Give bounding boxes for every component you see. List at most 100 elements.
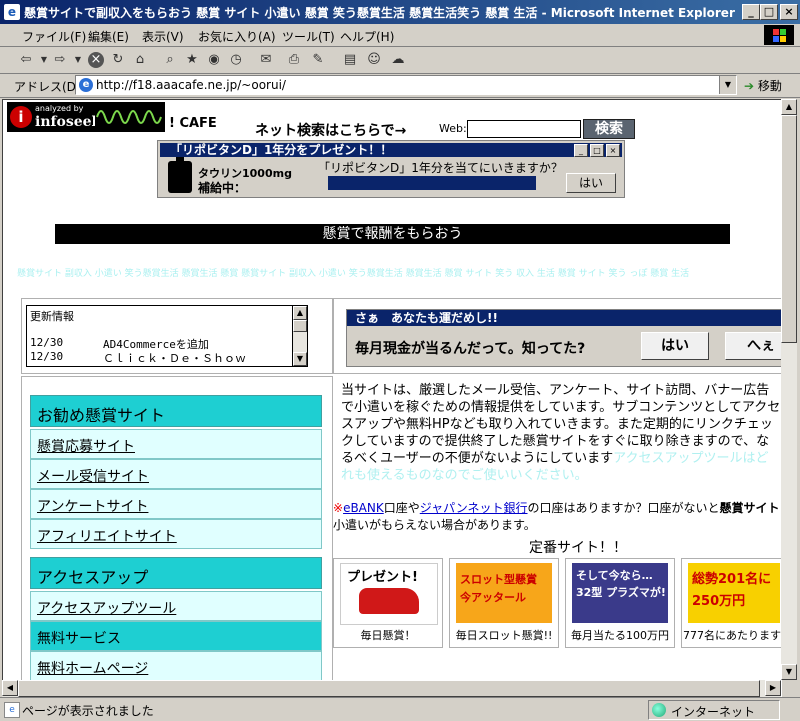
search-button[interactable]: 検索 xyxy=(583,119,635,139)
go-button[interactable]: ➔ 移動 xyxy=(744,77,782,94)
favorites-icon[interactable]: ★ xyxy=(184,52,200,68)
car-icon xyxy=(359,588,419,614)
address-input[interactable]: e http://f18.aaacafe.ne.jp/~oorui/ ▼ xyxy=(75,75,737,95)
bank-mark: ※ xyxy=(333,501,344,515)
home-icon[interactable]: ⌂ xyxy=(132,52,148,68)
update-scrollbar[interactable]: ▲ ▼ xyxy=(292,305,308,367)
menu-tools[interactable]: ツール(T) xyxy=(282,28,335,45)
history-icon[interactable]: ◷ xyxy=(228,52,244,68)
site-card[interactable]: そして今なら… 32型 プラズマが! 毎月当たる100万円 xyxy=(565,558,675,648)
refresh-icon[interactable]: ↻ xyxy=(110,52,126,68)
web-search-input[interactable] xyxy=(467,120,581,138)
nav-item-survey-sites[interactable]: アンケートサイト xyxy=(30,489,322,519)
luck-banner: さぁ あなたも運だめし!! 毎月現金が当るんだって。知ってた? はい へぇ xyxy=(333,298,782,374)
scroll-right-icon[interactable]: ▶ xyxy=(765,680,781,696)
popup-close-button[interactable]: × xyxy=(606,144,620,157)
popup-titlebar: 「リポビタンD」1年分をプレゼント！！ _ □ × xyxy=(160,143,622,157)
site-card[interactable]: スロット型懸賞 今アッタール 毎日スロット懸賞!! xyxy=(449,558,559,648)
mail-icon[interactable]: ✉ xyxy=(258,52,274,68)
messenger-icon[interactable]: ☺ xyxy=(366,52,382,68)
nav-item-affiliate-sites[interactable]: アフィリエイトサイト xyxy=(30,519,322,549)
horizontal-scrollbar[interactable]: ◀ ▶ xyxy=(2,680,781,697)
nav-item-prize-sites[interactable]: 懸賞応募サイト xyxy=(30,429,322,459)
popup-minimize-button[interactable]: _ xyxy=(574,144,588,157)
luck-yes-button[interactable]: はい xyxy=(641,332,709,360)
menu-edit[interactable]: 編集(E) xyxy=(88,28,129,45)
nav-item-label[interactable]: 懸賞応募サイト xyxy=(37,436,135,456)
popup-maximize-button[interactable]: □ xyxy=(590,144,604,157)
scroll-down-icon[interactable]: ▼ xyxy=(293,352,307,366)
site-banners: プレゼント! 毎日懸賞！ スロット型懸賞 今アッタール 毎日スロット懸賞!! そ… xyxy=(333,558,782,648)
address-url[interactable]: http://f18.aaacafe.ne.jp/~oorui/ xyxy=(96,78,286,92)
stop-icon[interactable]: × xyxy=(88,52,104,68)
update-textarea[interactable]: 更新情報 12/30 AD4Commerceを追加 12/30 Ｃｌｉｃｋ・Ｄｅ… xyxy=(26,305,294,367)
update-row-date: 12/30 xyxy=(30,336,64,349)
scroll-thumb[interactable] xyxy=(781,115,797,343)
logo-small-text: analyzed by xyxy=(35,104,84,113)
scroll-left-icon[interactable]: ◀ xyxy=(2,680,18,696)
address-dropdown-icon[interactable]: ▼ xyxy=(719,76,736,94)
scroll-thumb[interactable] xyxy=(18,680,760,697)
print-icon[interactable]: ⎙ xyxy=(286,52,302,68)
slot-banner[interactable]: スロット型懸賞 今アッタール xyxy=(456,563,552,623)
nav-item-label[interactable]: 無料ホームページ xyxy=(37,658,148,678)
close-button[interactable]: × xyxy=(780,4,798,20)
popup-title: 「リポビタンD」1年分をプレゼント！！ xyxy=(170,143,393,157)
scroll-thumb[interactable] xyxy=(293,320,307,332)
site-card[interactable]: 総勢201名に 250万円 777名にあたります xyxy=(681,558,782,648)
site-caption: 毎月当たる100万円 xyxy=(571,629,669,642)
windows-flag-icon xyxy=(764,25,794,45)
luck-panel: さぁ あなたも運だめし!! 毎月現金が当るんだって。知ってた? はい へぇ xyxy=(346,309,782,367)
ebank-link[interactable]: eBANK xyxy=(343,501,384,515)
page-icon: e xyxy=(79,78,93,92)
nav-item-access-tools[interactable]: アクセスアップツール xyxy=(30,591,322,621)
back-dropdown-icon[interactable]: ▼ xyxy=(36,52,52,68)
nav-item-mail-sites[interactable]: メール受信サイト xyxy=(30,459,322,489)
bottle-icon xyxy=(168,157,192,193)
menu-view[interactable]: 表示(V) xyxy=(142,28,184,45)
update-row-date: 12/30 xyxy=(30,350,64,363)
forward-arrow-icon[interactable]: ⇨ xyxy=(52,52,68,68)
nav-item-label[interactable]: アフィリエイトサイト xyxy=(37,526,177,546)
infoseek-logo[interactable]: i analyzed by infoseek xyxy=(7,102,101,132)
nav-item-label[interactable]: メール受信サイト xyxy=(37,466,149,486)
present-banner[interactable]: プレゼント! xyxy=(340,563,438,625)
security-zone: インターネット xyxy=(648,700,780,720)
scroll-up-icon[interactable]: ▲ xyxy=(293,306,307,320)
luck-no-button[interactable]: へぇ xyxy=(725,332,782,360)
nav-header-access-up: アクセスアップ xyxy=(30,557,322,589)
banner-text: プレゼント! xyxy=(347,570,418,585)
scroll-down-icon[interactable]: ▼ xyxy=(781,664,797,680)
nav-item-free-homepage[interactable]: 無料ホームページ xyxy=(30,651,322,681)
edit-icon[interactable]: ✎ xyxy=(310,52,326,68)
plasma-banner[interactable]: そして今なら… 32型 プラズマが! xyxy=(572,563,668,623)
cash-banner[interactable]: 総勢201名に 250万円 xyxy=(688,563,780,623)
search-icon[interactable]: ⌕ xyxy=(162,52,178,68)
research-icon[interactable]: ☁ xyxy=(390,52,406,68)
nav-item-label[interactable]: アクセスアップツール xyxy=(37,598,176,618)
nav-item-label[interactable]: アンケートサイト xyxy=(37,496,148,516)
scroll-up-icon[interactable]: ▲ xyxy=(781,99,797,115)
discuss-icon[interactable]: ▤ xyxy=(342,52,358,68)
vertical-scrollbar[interactable]: ▲ ▼ xyxy=(781,99,797,680)
popup-yes-button[interactable]: はい xyxy=(566,173,616,193)
media-icon[interactable]: ◉ xyxy=(206,52,222,68)
go-label: 移動 xyxy=(757,79,782,93)
forward-dropdown-icon[interactable]: ▼ xyxy=(70,52,86,68)
site-card[interactable]: プレゼント! 毎日懸賞！ xyxy=(333,558,443,648)
menu-help[interactable]: ヘルプ(H) xyxy=(340,28,394,45)
site-caption: 毎日スロット懸賞!! xyxy=(455,629,553,642)
globe-icon xyxy=(652,703,666,717)
minimize-button[interactable]: _ xyxy=(742,4,760,20)
maximize-button[interactable]: □ xyxy=(760,4,778,20)
left-navigation: お勧め懸賞サイト 懸賞応募サイト メール受信サイト アンケートサイト アフィリエ… xyxy=(21,376,333,698)
lipovitan-popup: 「リポビタンD」1年分をプレゼント！！ _ □ × タウリン1000mg 補給中… xyxy=(157,140,625,198)
menu-file[interactable]: ファイル(F) xyxy=(22,28,86,45)
intro-text: 当サイトは、厳選したメール受信、アンケート、サイト訪問、バナー広告で小遣いを稼ぐ… xyxy=(341,382,781,484)
japannet-link[interactable]: ジャパンネット銀行 xyxy=(420,501,528,515)
bank-text: 小遣いがもらえない場合があります。 xyxy=(333,518,536,532)
menu-favorites[interactable]: お気に入り(A) xyxy=(198,28,276,45)
status-bar: e ページが表示されました インターネット xyxy=(0,697,800,721)
go-arrow-icon: ➔ xyxy=(744,79,755,93)
back-arrow-icon[interactable]: ⇦ xyxy=(18,52,34,68)
